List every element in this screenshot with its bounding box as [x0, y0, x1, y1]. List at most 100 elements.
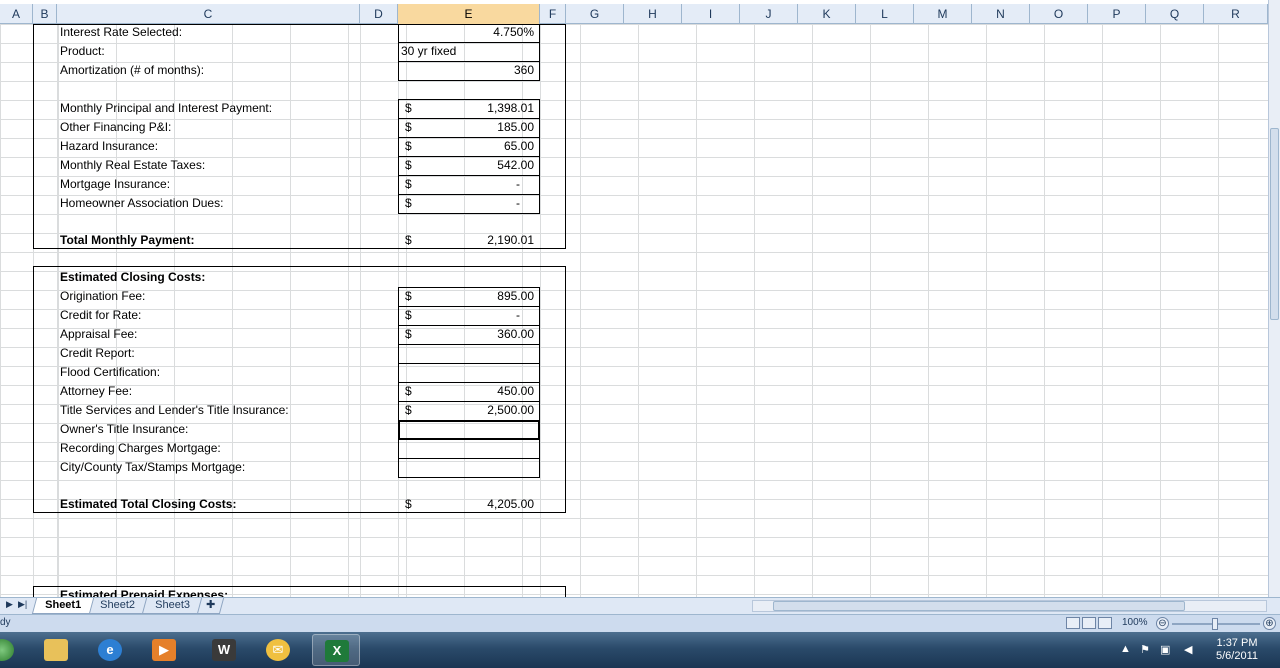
sheet-tab-sheet2[interactable]: Sheet2: [86, 598, 149, 614]
row-other-financing: Other Financing P&I: $ 185.00: [0, 118, 1268, 138]
credit-report-cell[interactable]: [398, 344, 540, 364]
column-header-f[interactable]: F: [540, 4, 566, 24]
column-header-j[interactable]: J: [740, 4, 798, 24]
row-flood-certification: Flood Certification:: [0, 363, 1268, 383]
column-header-i[interactable]: I: [682, 4, 740, 24]
column-header-h[interactable]: H: [624, 4, 682, 24]
status-mode: dy: [0, 617, 11, 628]
start-button[interactable]: [0, 634, 16, 666]
row-closing-costs-header: Estimated Closing Costs:: [0, 268, 1268, 287]
zoom-level[interactable]: 100%: [1122, 617, 1148, 628]
excel-icon: X: [325, 640, 349, 662]
application-icon: W: [212, 639, 236, 661]
column-header-o[interactable]: O: [1030, 4, 1088, 24]
other-financing-label: Other Financing P&I:: [60, 120, 172, 134]
column-header-m[interactable]: M: [914, 4, 972, 24]
column-header-b[interactable]: B: [33, 4, 57, 24]
excel-window: A B C D E F G H I J K L M N O P Q R Inte…: [0, 0, 1280, 668]
column-header-d[interactable]: D: [360, 4, 398, 24]
vertical-scrollbar[interactable]: [1268, 0, 1280, 597]
credit-for-rate-value: -: [516, 308, 520, 322]
interest-rate-value: 4.750%: [493, 25, 534, 39]
other-financing-value: 185.00: [497, 120, 534, 134]
row-real-estate-taxes: Monthly Real Estate Taxes: $ 542.00: [0, 156, 1268, 176]
row-prepaid-expenses: Estimated Prepaid Expenses:: [0, 586, 1268, 597]
sheet-tab-sheet3[interactable]: Sheet3: [141, 598, 204, 614]
title-services-label: Title Services and Lender's Title Insura…: [60, 403, 289, 417]
normal-view-icon[interactable]: [1066, 617, 1080, 629]
taskbar-application[interactable]: W: [200, 634, 248, 666]
taskbar-outlook[interactable]: ✉: [254, 634, 302, 666]
real-estate-taxes-label: Monthly Real Estate Taxes:: [60, 158, 206, 172]
media-player-icon: ▶: [152, 639, 176, 661]
row-origination-fee: Origination Fee: $ 895.00: [0, 287, 1268, 307]
credit-report-label: Credit Report:: [60, 346, 135, 360]
sheet-tab-sheet1[interactable]: Sheet1: [31, 598, 95, 614]
total-closing-costs-label: Estimated Total Closing Costs:: [60, 497, 237, 511]
sheet-tab-bar: ▶ ▶| Sheet1 Sheet2 Sheet3 ✚: [0, 597, 1280, 614]
taskbar-internet-explorer[interactable]: e: [86, 634, 134, 666]
appraisal-fee-label: Appraisal Fee:: [60, 327, 138, 341]
principal-interest-label: Monthly Principal and Interest Payment:: [60, 101, 273, 115]
tab-scroll-next-icon[interactable]: ▶: [6, 599, 13, 610]
row-appraisal-fee: Appraisal Fee: $ 360.00: [0, 325, 1268, 345]
row-hazard-insurance: Hazard Insurance: $ 65.00: [0, 137, 1268, 157]
network-icon[interactable]: ▣: [1160, 643, 1170, 656]
row-owners-title-insurance: Owner's Title Insurance:: [0, 420, 1268, 440]
taskbar-explorer[interactable]: [32, 634, 80, 666]
city-county-tax-cell[interactable]: [398, 458, 540, 478]
column-header-r[interactable]: R: [1204, 4, 1268, 24]
hoa-dues-label: Homeowner Association Dues:: [60, 196, 224, 210]
system-clock[interactable]: 1:37 PM 5/6/2011: [1206, 637, 1268, 663]
page-break-view-icon[interactable]: [1098, 617, 1112, 629]
column-header-n[interactable]: N: [972, 4, 1030, 24]
prepaid-expenses-heading: Estimated Prepaid Expenses:: [60, 588, 229, 597]
row-total-monthly-payment: Total Monthly Payment: $ 2,190.01: [0, 231, 1268, 250]
column-header-q[interactable]: Q: [1146, 4, 1204, 24]
amortization-label: Amortization (# of months):: [60, 63, 205, 77]
zoom-in-button[interactable]: ⊕: [1263, 617, 1276, 630]
worksheet-grid[interactable]: Interest Rate Selected: 4.750% Product: …: [0, 24, 1268, 597]
zoom-out-button[interactable]: ⊖: [1156, 617, 1169, 630]
total-monthly-payment-label: Total Monthly Payment:: [60, 233, 195, 247]
origination-fee-label: Origination Fee:: [60, 289, 146, 303]
volume-icon[interactable]: ◀: [1184, 643, 1192, 656]
horizontal-scrollbar[interactable]: [752, 600, 1267, 612]
row-city-county-tax: City/County Tax/Stamps Mortgage:: [0, 458, 1268, 478]
tab-scroll-last-icon[interactable]: ▶|: [18, 599, 27, 610]
row-amortization: Amortization (# of months): 360: [0, 61, 1268, 81]
flood-certification-cell[interactable]: [398, 363, 540, 383]
row-recording-charges: Recording Charges Mortgage:: [0, 439, 1268, 459]
active-cell-selection[interactable]: [398, 420, 540, 440]
column-header-bar: A B C D E F G H I J K L M N O P Q R: [0, 4, 1280, 24]
vertical-scroll-thumb[interactable]: [1270, 128, 1279, 320]
page-layout-view-icon[interactable]: [1082, 617, 1096, 629]
row-interest-rate: Interest Rate Selected: 4.750%: [0, 24, 1268, 43]
product-value: 30 yr fixed: [401, 44, 457, 58]
internet-explorer-icon: e: [98, 639, 122, 661]
appraisal-fee-value: 360.00: [497, 327, 534, 341]
taskbar-media-player[interactable]: ▶: [140, 634, 188, 666]
credit-for-rate-label: Credit for Rate:: [60, 308, 142, 322]
zoom-slider-thumb[interactable]: [1212, 618, 1218, 630]
column-header-k[interactable]: K: [798, 4, 856, 24]
flood-certification-label: Flood Certification:: [60, 365, 161, 379]
clock-time: 1:37 PM: [1216, 637, 1258, 649]
product-label: Product:: [60, 44, 105, 58]
action-center-flag-icon[interactable]: ⚑: [1140, 643, 1150, 656]
column-header-c[interactable]: C: [57, 4, 360, 24]
row-credit-report: Credit Report:: [0, 344, 1268, 364]
column-header-l[interactable]: L: [856, 4, 914, 24]
column-header-g[interactable]: G: [566, 4, 624, 24]
show-hidden-icons-icon[interactable]: ▲: [1120, 643, 1131, 655]
column-header-e[interactable]: E: [398, 4, 540, 24]
insert-worksheet-tab[interactable]: ✚: [196, 598, 225, 614]
column-header-p[interactable]: P: [1088, 4, 1146, 24]
recording-charges-cell[interactable]: [398, 439, 540, 459]
folder-icon: [44, 639, 68, 661]
title-services-value: 2,500.00: [487, 403, 534, 417]
column-header-a[interactable]: A: [0, 4, 33, 24]
taskbar-excel[interactable]: X: [312, 634, 360, 666]
attorney-fee-label: Attorney Fee:: [60, 384, 133, 398]
horizontal-scroll-thumb[interactable]: [773, 601, 1185, 611]
